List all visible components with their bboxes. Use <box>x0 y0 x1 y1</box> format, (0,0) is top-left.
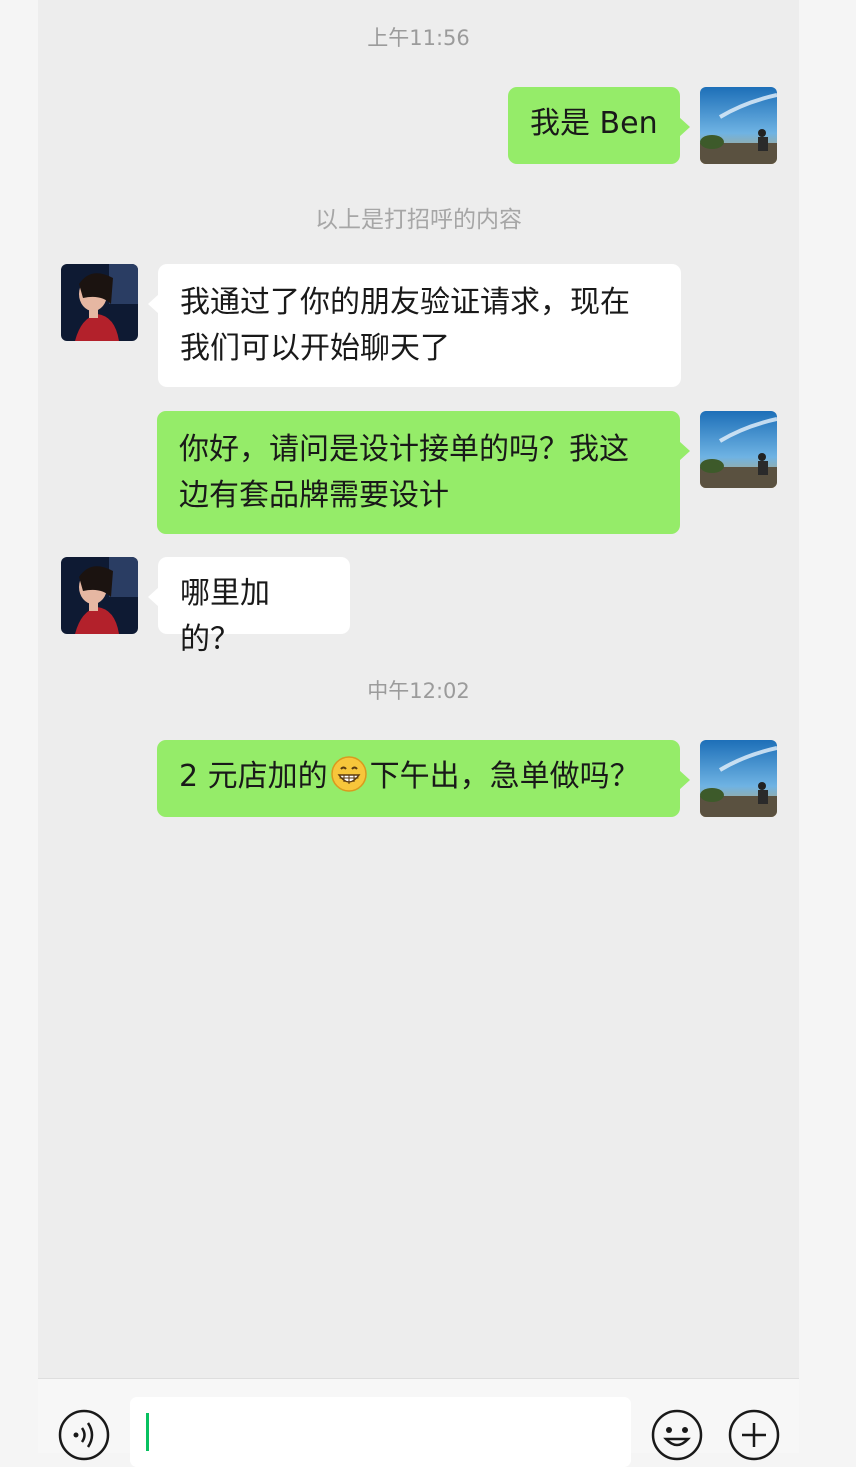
my-message-bubble[interactable]: 2 元店加的 下午出，急单做吗？ <box>157 740 690 817</box>
message-text-part: 2 元店加的 <box>179 759 328 794</box>
contact-message-bubble[interactable]: 哪里加的？ <box>148 557 350 657</box>
message-list[interactable]: 上午11:56 我是 Ben 以上是打招呼的内容 我通过了你的朋友验证请求，现在… <box>38 0 799 1378</box>
contact-message-bubble[interactable]: 我通过了你的朋友验证请求，现在 我们可以开始聊天了 <box>148 264 681 387</box>
voice-icon[interactable] <box>58 1409 110 1465</box>
my-message-bubble[interactable]: 我是 Ben <box>508 87 690 164</box>
message-line: 我们可以开始聊天了 <box>180 331 450 366</box>
my-message-bubble[interactable]: 你好，请问是设计接单的吗？我这 边有套品牌需要设计 <box>157 411 690 534</box>
emoji-icon[interactable] <box>651 1409 703 1465</box>
message-line: 边有套品牌需要设计 <box>179 478 449 513</box>
my-avatar[interactable] <box>700 411 777 488</box>
message-text: 我是 Ben <box>530 106 658 141</box>
greeting-notice: 以上是打招呼的内容 <box>315 207 522 233</box>
message-line: 你好，请问是设计接单的吗？我这 <box>179 432 629 467</box>
my-avatar[interactable] <box>700 740 777 817</box>
chat-window: 上午11:56 我是 Ben 以上是打招呼的内容 我通过了你的朋友验证请求，现在… <box>38 0 799 1467</box>
text-cursor <box>146 1413 149 1451</box>
contact-avatar[interactable] <box>61 264 138 341</box>
contact-avatar[interactable] <box>61 557 138 634</box>
plus-icon[interactable] <box>728 1409 780 1465</box>
my-avatar[interactable] <box>700 87 777 164</box>
message-text-part: 下午出，急单做吗？ <box>369 759 640 794</box>
message-text: 哪里加的？ <box>180 576 270 657</box>
grinning-face-emoji-icon <box>330 755 368 793</box>
message-input[interactable] <box>130 1397 631 1467</box>
timestamp: 上午11:56 <box>367 26 470 50</box>
timestamp: 中午12:02 <box>367 679 470 703</box>
message-line: 我通过了你的朋友验证请求，现在 <box>180 285 630 320</box>
input-bar <box>38 1378 799 1467</box>
